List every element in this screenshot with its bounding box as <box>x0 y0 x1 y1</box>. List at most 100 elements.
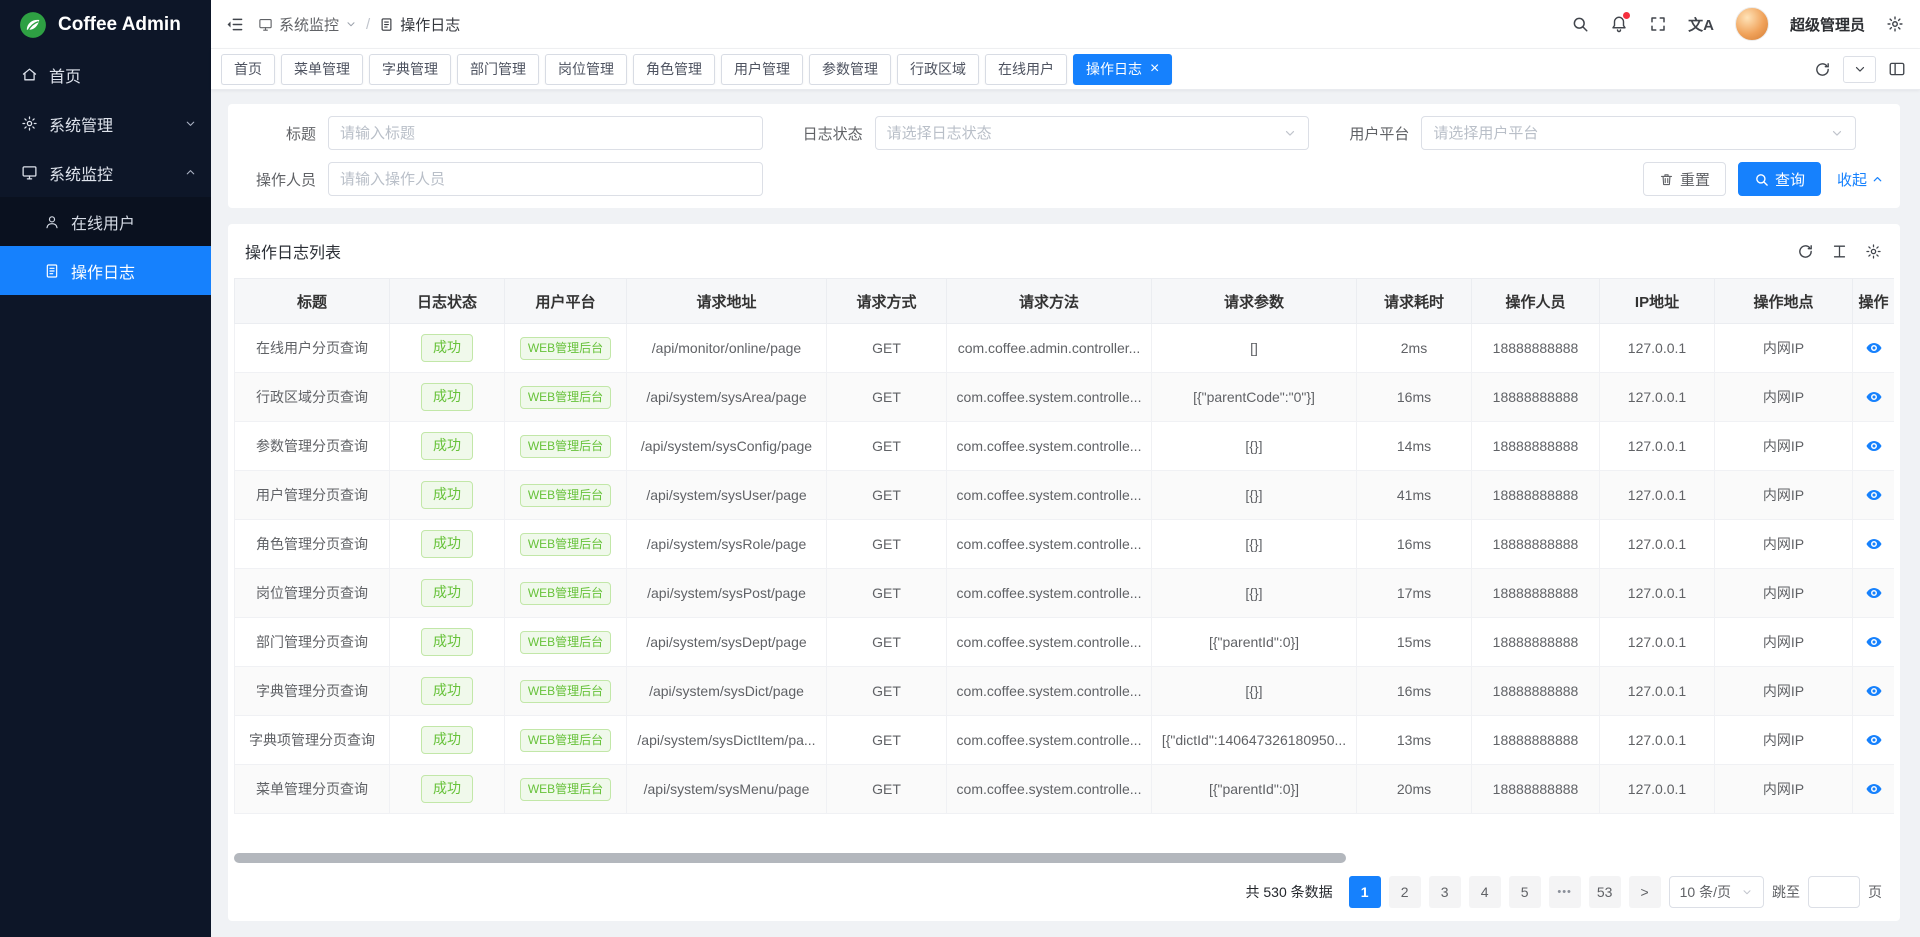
tab-config-mgmt[interactable]: 参数管理 <box>809 54 891 85</box>
column-header-operator: 操作人员 <box>1472 279 1600 324</box>
refresh-table-button[interactable] <box>1797 243 1814 260</box>
sidebar-item-system-monitor[interactable]: 系统监控 <box>0 148 211 197</box>
pagination-next-button[interactable]: > <box>1629 876 1661 908</box>
sidebar-item-system-management[interactable]: 系统管理 <box>0 99 211 148</box>
view-detail-button[interactable] <box>1865 780 1883 798</box>
sidebar-item-label: 首页 <box>49 63 81 87</box>
tab-actions-dropdown[interactable] <box>1843 56 1876 83</box>
pagination-page-4[interactable]: 4 <box>1469 876 1501 908</box>
table-row: 在线用户分页查询成功WEB管理后台/api/monitor/online/pag… <box>235 324 1895 373</box>
tab-user-mgmt[interactable]: 用户管理 <box>721 54 803 85</box>
view-detail-button[interactable] <box>1865 388 1883 406</box>
platform-label: 用户平台 <box>1337 123 1421 144</box>
cell-duration: 2ms <box>1357 324 1472 373</box>
eye-icon <box>1865 682 1883 700</box>
status-select[interactable] <box>875 116 1310 150</box>
view-detail-button[interactable] <box>1865 339 1883 357</box>
tab-area-mgmt[interactable]: 行政区域 <box>897 54 979 85</box>
sidebar-item-home[interactable]: 首页 <box>0 50 211 99</box>
refresh-tabs-button[interactable] <box>1814 61 1831 78</box>
operator-input[interactable] <box>340 171 751 188</box>
cell-ip: 127.0.0.1 <box>1600 422 1715 471</box>
platform-select[interactable] <box>1421 116 1856 150</box>
column-header-action: 操作 <box>1853 279 1895 324</box>
pagination-pages: 12345•••53 <box>1349 876 1621 908</box>
tab-close-icon[interactable]: × <box>1150 61 1159 77</box>
tab-menu-mgmt[interactable]: 菜单管理 <box>281 54 363 85</box>
tab-label: 角色管理 <box>646 59 702 79</box>
pagination-more-button[interactable]: ••• <box>1549 876 1581 908</box>
breadcrumb-section[interactable]: 系统监控 <box>258 14 357 35</box>
sidebar-item-operation-log[interactable]: 操作日志 <box>0 246 211 295</box>
reset-button[interactable]: 重置 <box>1643 162 1726 196</box>
cell-status: 成功 <box>390 716 505 765</box>
language-button[interactable]: 文A <box>1688 14 1714 35</box>
trash-icon <box>1659 172 1674 187</box>
topbar: 系统监控 / 操作日志 <box>211 0 1920 49</box>
chevron-down-icon <box>184 117 197 130</box>
pagination-page-2[interactable]: 2 <box>1389 876 1421 908</box>
status-select-input[interactable] <box>887 125 1284 142</box>
pagination-page-1[interactable]: 1 <box>1349 876 1381 908</box>
tab-post-mgmt[interactable]: 岗位管理 <box>545 54 627 85</box>
tab-online-users[interactable]: 在线用户 <box>985 54 1067 85</box>
cell-action <box>1853 618 1895 667</box>
platform-badge: WEB管理后台 <box>520 533 611 556</box>
tab-dept-mgmt[interactable]: 部门管理 <box>457 54 539 85</box>
horizontal-scrollbar-thumb[interactable] <box>234 853 1346 863</box>
density-button[interactable] <box>1831 243 1848 260</box>
cell-operator: 18888888888 <box>1472 618 1600 667</box>
view-detail-button[interactable] <box>1865 633 1883 651</box>
column-settings-button[interactable] <box>1865 243 1882 260</box>
collapse-filter-link[interactable]: 收起 <box>1837 169 1884 190</box>
cell-platform: WEB管理后台 <box>505 569 627 618</box>
settings-button[interactable] <box>1886 15 1904 33</box>
cell-status: 成功 <box>390 667 505 716</box>
cell-title: 字典管理分页查询 <box>235 667 390 716</box>
sidebar-item-online-users[interactable]: 在线用户 <box>0 197 211 246</box>
breadcrumb-page-label: 操作日志 <box>400 14 460 35</box>
view-detail-button[interactable] <box>1865 682 1883 700</box>
tab-operation-log[interactable]: 操作日志× <box>1073 54 1172 85</box>
notification-dot <box>1623 12 1630 19</box>
document-icon <box>379 17 394 32</box>
fullscreen-button[interactable] <box>1649 15 1667 33</box>
platform-select-input[interactable] <box>1433 125 1830 142</box>
username[interactable]: 超级管理员 <box>1790 14 1865 35</box>
jump-page-input[interactable] <box>1808 876 1860 908</box>
table-wrap: 标题日志状态用户平台请求地址请求方式请求方法请求参数请求耗时操作人员IP地址操作… <box>234 278 1894 814</box>
platform-badge: WEB管理后台 <box>520 582 611 605</box>
view-detail-button[interactable] <box>1865 731 1883 749</box>
gear-icon <box>21 115 38 132</box>
pagination-page-3[interactable]: 3 <box>1429 876 1461 908</box>
table-row: 菜单管理分页查询成功WEB管理后台/api/system/sysMenu/pag… <box>235 765 1895 814</box>
layout-panel-button[interactable] <box>1888 60 1906 78</box>
view-detail-button[interactable] <box>1865 486 1883 504</box>
eye-icon <box>1865 731 1883 749</box>
cell-params: [{}] <box>1152 471 1357 520</box>
column-header-duration: 请求耗时 <box>1357 279 1472 324</box>
global-search-button[interactable] <box>1571 15 1589 33</box>
notifications-button[interactable] <box>1610 15 1628 33</box>
pagination-page-53[interactable]: 53 <box>1589 876 1621 908</box>
sidebar-item-label: 系统管理 <box>49 112 113 136</box>
avatar[interactable] <box>1735 7 1769 41</box>
pagination-page-5[interactable]: 5 <box>1509 876 1541 908</box>
cell-function: com.coffee.system.controlle... <box>947 422 1152 471</box>
view-detail-button[interactable] <box>1865 584 1883 602</box>
cell-platform: WEB管理后台 <box>505 422 627 471</box>
status-badge: 成功 <box>421 334 473 362</box>
view-detail-button[interactable] <box>1865 437 1883 455</box>
tab-role-mgmt[interactable]: 角色管理 <box>633 54 715 85</box>
page-size-select[interactable]: 10 条/页 <box>1669 876 1764 908</box>
jump-suffix: 页 <box>1868 882 1882 902</box>
search-button[interactable]: 查询 <box>1738 162 1821 196</box>
tab-label: 参数管理 <box>822 59 878 79</box>
cell-platform: WEB管理后台 <box>505 373 627 422</box>
sidebar-collapse-button[interactable] <box>225 15 244 34</box>
tab-home[interactable]: 首页 <box>221 54 275 85</box>
title-input[interactable] <box>340 125 751 142</box>
cell-action <box>1853 716 1895 765</box>
tab-dict-mgmt[interactable]: 字典管理 <box>369 54 451 85</box>
view-detail-button[interactable] <box>1865 535 1883 553</box>
